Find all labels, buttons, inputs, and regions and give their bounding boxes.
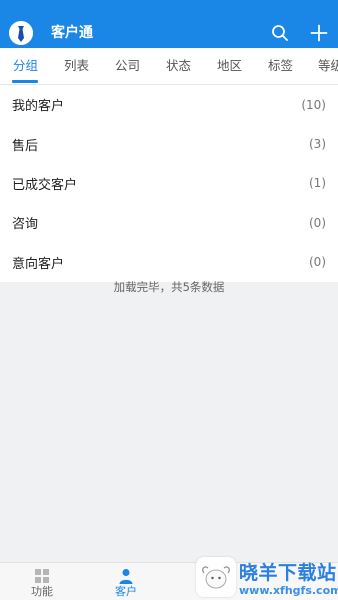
person-icon xyxy=(119,569,133,584)
active-tab-indicator xyxy=(12,80,38,83)
watermark-url: www.xfhgfs.com xyxy=(239,584,338,597)
search-icon[interactable] xyxy=(269,22,291,44)
watermark-title: 晓羊下载站 xyxy=(239,562,337,584)
group-count: (1) xyxy=(309,176,326,191)
nav-label: 功能 xyxy=(31,585,53,598)
tab-company[interactable]: 公司 xyxy=(115,58,140,74)
grid-icon xyxy=(35,569,49,583)
group-count: (3) xyxy=(309,137,326,152)
list-item[interactable]: 已成交客户 (1) xyxy=(0,164,338,203)
group-name: 咨询 xyxy=(12,217,39,233)
nav-item-customers[interactable]: 客户 xyxy=(84,563,168,600)
plus-icon[interactable] xyxy=(308,22,330,44)
tab-region[interactable]: 地区 xyxy=(217,58,242,74)
list-item[interactable]: 我的客户 (10) xyxy=(0,85,338,124)
watermark: 晓羊下载站 www.xfhgfs.com xyxy=(196,557,338,600)
tab-status[interactable]: 状态 xyxy=(166,58,191,74)
list-item[interactable]: 售后 (3) xyxy=(0,124,338,163)
group-count: (0) xyxy=(309,255,326,270)
tab-list[interactable]: 列表 xyxy=(64,58,89,74)
tab-tag[interactable]: 标签 xyxy=(268,58,293,74)
tab-bar: 分组 列表 公司 状态 地区 标签 等级 xyxy=(0,48,338,85)
list-item[interactable]: 意向客户 (0) xyxy=(0,243,338,282)
watermark-logo-icon xyxy=(196,557,236,597)
group-count: (10) xyxy=(301,97,326,112)
list-item[interactable]: 咨询 (0) xyxy=(0,203,338,242)
nav-item-functions[interactable]: 功能 xyxy=(0,563,84,600)
group-list: 我的客户 (10) 售后 (3) 已成交客户 (1) 咨询 (0) 意向客户 (… xyxy=(0,85,338,282)
app-header: 客户通 xyxy=(0,0,338,48)
tab-level[interactable]: 等级 xyxy=(318,58,338,74)
load-complete-text: 加载完毕，共5条数据 xyxy=(113,280,225,294)
tab-group[interactable]: 分组 xyxy=(13,58,38,74)
app-title: 客户通 xyxy=(51,25,93,41)
tie-icon[interactable] xyxy=(9,21,33,45)
nav-label: 客户 xyxy=(115,585,137,598)
group-name: 售后 xyxy=(12,138,39,154)
group-name: 我的客户 xyxy=(12,99,65,115)
group-count: (0) xyxy=(309,215,326,230)
group-name: 已成交客户 xyxy=(12,177,78,193)
group-name: 意向客户 xyxy=(12,256,65,272)
